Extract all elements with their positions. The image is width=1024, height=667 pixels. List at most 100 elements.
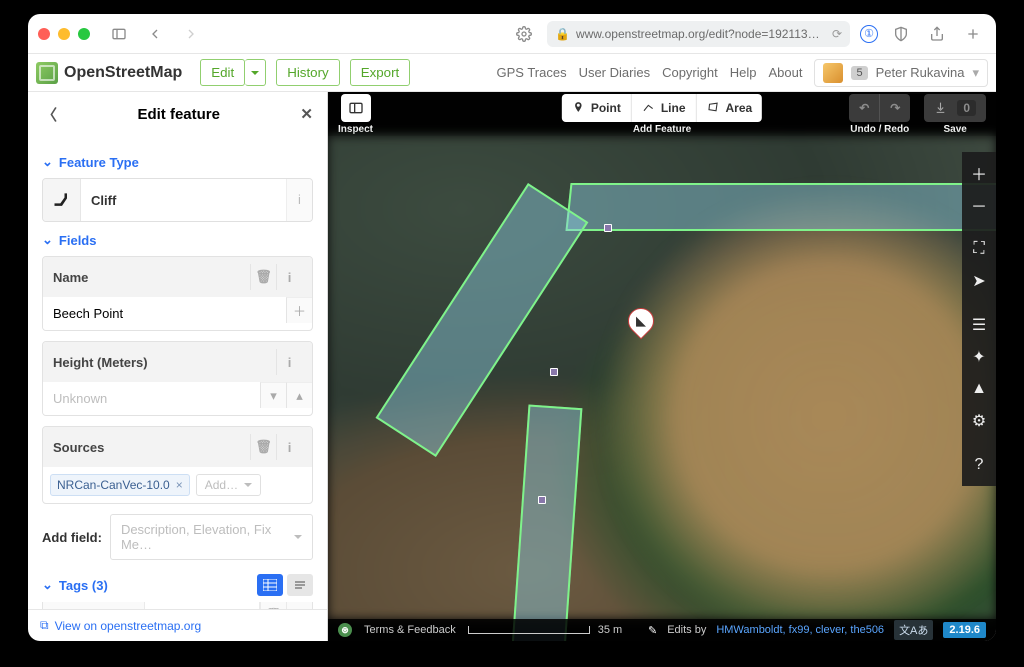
avatar [823, 63, 843, 83]
layers-icon[interactable]: ☰ [962, 310, 996, 340]
edits-by-label: Edits by [667, 624, 706, 636]
vertex-handle[interactable] [550, 368, 558, 376]
site-settings-icon[interactable] [511, 23, 537, 45]
save-button[interactable]: 0 [924, 94, 986, 122]
onepassword-icon[interactable]: ① [860, 25, 878, 43]
feature-type-row[interactable]: Cliff i [42, 178, 313, 222]
osm-logo-text: OpenStreetMap [64, 64, 182, 82]
inspect-button[interactable] [341, 94, 371, 122]
nav-gps-traces[interactable]: GPS Traces [496, 65, 566, 80]
new-tab-icon[interactable] [960, 23, 986, 45]
add-line-button[interactable]: Line [631, 94, 696, 122]
tag-value[interactable]: Beech Point [145, 602, 260, 609]
editor-sidebar: 〈 Edit feature ✕ ⌄ Feature Type Cliff i [28, 92, 328, 641]
chevron-down-icon [294, 535, 302, 543]
tags-text-view-icon[interactable] [287, 574, 313, 596]
edit-dropdown[interactable] [245, 59, 266, 86]
url-bar[interactable]: 🔒 www.openstreetmap.org/edit?node=192113… [547, 21, 850, 47]
fullscreen-window-icon[interactable] [78, 28, 90, 40]
add-point-button[interactable]: Point [562, 94, 631, 122]
view-on-osm-link[interactable]: View on openstreetmap.org [55, 619, 202, 633]
chip-remove-icon[interactable]: × [176, 478, 183, 492]
editors-link[interactable]: HMWamboldt, fx99, clever, the506 [716, 624, 884, 636]
nav-help[interactable]: Help [730, 65, 757, 80]
chevron-down-icon: ⌄ [42, 154, 53, 170]
locate-icon[interactable]: ➤ [962, 266, 996, 296]
name-input[interactable] [43, 297, 286, 330]
undo-redo-tool: ↶ ↷ [849, 94, 910, 122]
share-icon[interactable] [924, 23, 950, 45]
source-add-combo[interactable]: Add… [196, 474, 261, 496]
trash-icon[interactable]: 🗑 [260, 602, 286, 609]
help-icon[interactable]: ? [962, 450, 996, 480]
forward-icon[interactable] [178, 23, 204, 45]
notification-badge: 5 [851, 66, 867, 80]
reload-icon[interactable]: ⟳ [832, 27, 842, 41]
back-chevron-icon[interactable]: 〈 [42, 104, 57, 125]
nav-user-diaries[interactable]: User Diaries [579, 65, 651, 80]
export-button[interactable]: Export [350, 59, 411, 86]
osm-logo[interactable]: OpenStreetMap [36, 62, 182, 84]
info-icon[interactable]: i [276, 434, 302, 460]
info-icon[interactable]: i [276, 349, 302, 375]
tags-table-view-icon[interactable] [257, 574, 283, 596]
version-badge[interactable]: 2.19.6 [943, 622, 986, 638]
terms-link[interactable]: Terms & Feedback [364, 624, 456, 636]
user-menu[interactable]: 5 Peter Rukavina ▾ [814, 59, 988, 87]
vertex-handle[interactable] [538, 496, 546, 504]
section-fields[interactable]: ⌄ Fields [42, 232, 313, 248]
language-button[interactable]: 文Aあ [894, 620, 933, 640]
section-tags[interactable]: ⌄ Tags (3) [42, 577, 108, 593]
close-icon[interactable]: ✕ [300, 105, 313, 123]
field-name: Name 🗑 i ＋ [42, 256, 313, 331]
selected-node-marker[interactable]: ◣ [628, 308, 654, 342]
height-input[interactable] [43, 382, 260, 415]
stepper-up-icon[interactable]: ▴ [286, 382, 312, 408]
zoom-in-button[interactable]: ＋ [962, 158, 996, 188]
issues-icon[interactable]: ▲ [962, 374, 996, 404]
map-canvas[interactable]: Inspect Point Line [328, 92, 996, 641]
preferences-icon[interactable]: ⚙ [962, 406, 996, 436]
lock-icon: 🔒 [555, 27, 570, 41]
chevron-down-icon [244, 483, 252, 491]
chevron-down-icon: ⌄ [42, 232, 53, 248]
add-feature-tool: Point Line Area [562, 94, 762, 122]
aerial-imagery[interactable]: ◣ [328, 136, 996, 619]
cliff-icon [43, 179, 81, 221]
cliff-icon: ◣ [636, 313, 646, 329]
source-chip[interactable]: NRCan-CanVec-10.0 × [50, 474, 190, 496]
zoom-out-button[interactable]: － [962, 190, 996, 220]
redo-button[interactable]: ↷ [879, 94, 910, 122]
map-data-icon[interactable]: ✦ [962, 342, 996, 372]
trash-icon[interactable]: 🗑 [250, 264, 276, 290]
add-name-icon[interactable]: ＋ [286, 297, 312, 323]
section-feature-type[interactable]: ⌄ Feature Type [42, 154, 313, 170]
nav-copyright[interactable]: Copyright [662, 65, 718, 80]
minimize-window-icon[interactable] [58, 28, 70, 40]
undo-button[interactable]: ↶ [849, 94, 879, 122]
sidebar-title: Edit feature [137, 106, 220, 123]
stepper-down-icon[interactable]: ▾ [260, 382, 286, 408]
back-icon[interactable] [142, 23, 168, 45]
trash-icon[interactable]: 🗑 [250, 434, 276, 460]
shield-icon[interactable] [888, 23, 914, 45]
edit-button[interactable]: Edit [200, 59, 245, 86]
fullscreen-icon[interactable]: ⛶ [962, 234, 996, 264]
info-icon[interactable]: i [276, 264, 302, 290]
close-window-icon[interactable] [38, 28, 50, 40]
sidebar-toggle-icon[interactable] [106, 23, 132, 45]
vertex-handle[interactable] [604, 224, 612, 232]
chevron-down-icon: ⌄ [42, 577, 53, 593]
tag-key[interactable]: name [43, 602, 145, 609]
addfield-select[interactable]: Description, Elevation, Fix Me… [110, 514, 313, 560]
field-height-label: Height (Meters) [53, 355, 148, 370]
add-area-button[interactable]: Area [695, 94, 762, 122]
history-button[interactable]: History [276, 59, 339, 86]
info-icon[interactable]: i [286, 602, 312, 609]
field-sources-label: Sources [53, 440, 104, 455]
chevron-down-icon: ▾ [972, 65, 979, 81]
way-highlight[interactable] [565, 183, 996, 231]
info-icon[interactable]: i [286, 179, 312, 221]
field-height: Height (Meters) i ▾ ▴ [42, 341, 313, 416]
nav-about[interactable]: About [768, 65, 802, 80]
